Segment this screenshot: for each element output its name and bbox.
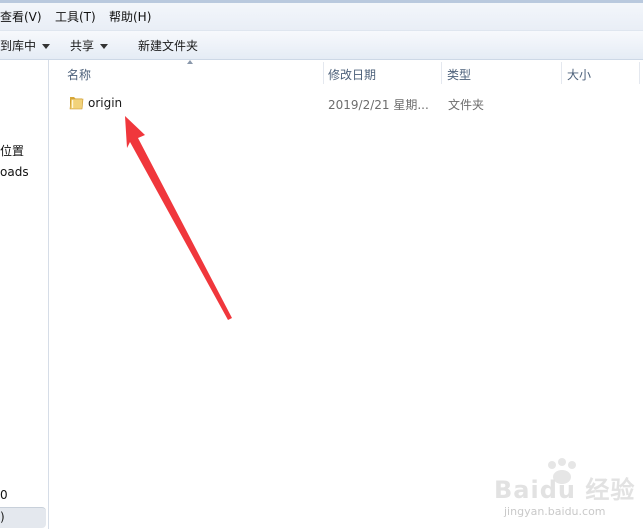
- folder-icon: [69, 97, 84, 110]
- menu-view[interactable]: 查看(V): [0, 8, 42, 25]
- file-name[interactable]: origin: [88, 96, 122, 110]
- column-divider[interactable]: [639, 62, 640, 84]
- column-divider[interactable]: [441, 62, 442, 84]
- file-date-modified: 2019/2/21 星期...: [328, 98, 429, 112]
- share-label: 共享: [70, 39, 95, 53]
- menu-tools[interactable]: 工具(T): [55, 8, 96, 25]
- column-header-size[interactable]: 大小: [567, 66, 591, 83]
- chevron-down-icon: [100, 44, 109, 49]
- nav-item-partial-bottom: ): [0, 510, 5, 524]
- column-header-date-modified[interactable]: 修改日期: [328, 66, 376, 83]
- include-in-library-button[interactable]: 到库中: [0, 37, 51, 54]
- include-in-library-label: 到库中: [0, 39, 37, 53]
- new-folder-button[interactable]: 新建文件夹: [138, 37, 198, 54]
- command-bar: 到库中 共享 新建文件夹: [0, 31, 643, 60]
- menu-help[interactable]: 帮助(H): [109, 8, 151, 25]
- nav-item-location[interactable]: 位置: [0, 142, 24, 159]
- column-header-row: 名称 修改日期 类型 大小: [49, 60, 643, 86]
- chevron-down-icon: [42, 44, 51, 49]
- column-header-name[interactable]: 名称: [67, 66, 91, 83]
- share-button[interactable]: 共享: [70, 37, 109, 54]
- nav-pane-scroll-bottom[interactable]: ): [0, 507, 46, 528]
- nav-item-downloads[interactable]: oads: [0, 165, 29, 179]
- nav-item-partial[interactable]: 0: [0, 488, 8, 502]
- watermark-url: jingyan.baidu.com: [504, 505, 606, 518]
- navigation-pane: 位置 oads 0: [0, 60, 49, 529]
- column-header-type[interactable]: 类型: [447, 66, 471, 83]
- file-type: 文件夹: [448, 98, 485, 112]
- sort-ascending-icon: [187, 60, 193, 64]
- watermark-brand: Baidu 经验: [494, 476, 636, 504]
- file-row[interactable]: origin 2019/2/21 星期... 文件夹: [49, 92, 643, 114]
- menu-bar: 查看(V) 工具(T) 帮助(H): [0, 0, 643, 31]
- column-divider[interactable]: [323, 62, 324, 84]
- column-divider[interactable]: [561, 62, 562, 84]
- window-top-edge: [0, 0, 643, 3]
